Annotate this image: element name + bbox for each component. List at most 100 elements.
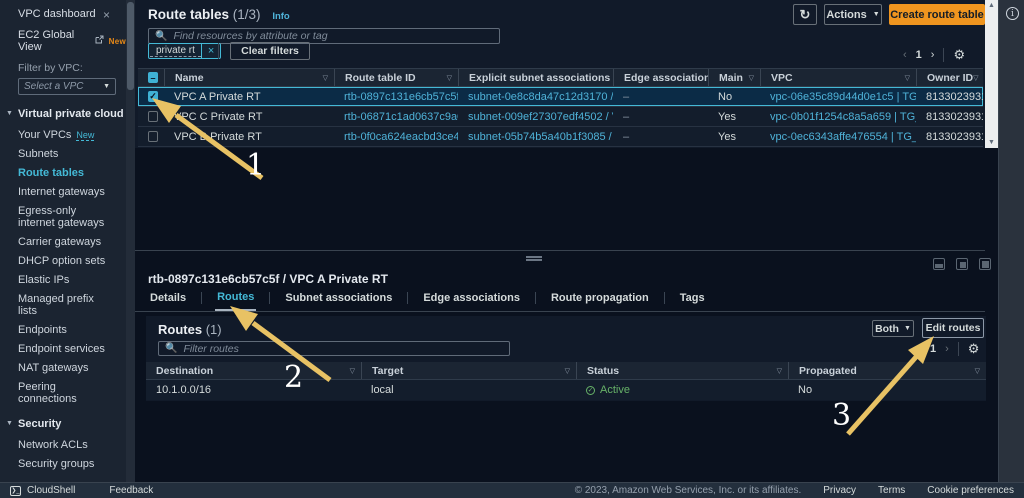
sidebar-item-peering[interactable]: Peering connections (18, 381, 114, 405)
route-table-id-link[interactable]: rtb-0f0ca624eacbd3ce4 (334, 127, 458, 146)
filter-chip[interactable]: private rt × (148, 43, 221, 59)
sort-icon[interactable]: ▽ (565, 367, 570, 375)
chevron-down-icon: ▼ (873, 11, 880, 18)
create-route-table-button[interactable]: Create route table (889, 4, 985, 25)
vpc-link[interactable]: vpc-06e35c89d44d0e1c5 | TG_VPC A (760, 87, 916, 106)
refresh-button[interactable]: ↻ (793, 4, 817, 25)
subnet-link[interactable]: subnet-009ef27307edf4502 / VPC-C... (458, 107, 613, 126)
sidebar-item-carrier-gateways[interactable]: Carrier gateways (18, 236, 114, 248)
table-scrollbar[interactable]: ▲ ▼ (985, 0, 998, 148)
sidebar-item-ec2-global-view[interactable]: EC2 Global View New (18, 29, 126, 53)
tab-route-propagation[interactable]: Route propagation (549, 292, 651, 310)
actions-button[interactable]: Actions ▼ (824, 4, 882, 25)
tab-routes[interactable]: Routes (215, 291, 256, 311)
tab-details[interactable]: Details (148, 292, 188, 310)
divider (535, 292, 536, 304)
table-row[interactable]: 10.1.0.0/16 local ✓Active No (146, 380, 986, 400)
panel-drag-handle[interactable] (526, 256, 542, 261)
vpc-link[interactable]: vpc-0b01f1254c8a5a659 | TG_VPC C (760, 107, 916, 126)
edit-routes-button[interactable]: Edit routes (922, 318, 984, 338)
sidebar-item-dhcp[interactable]: DHCP option sets (18, 255, 114, 267)
route-table-id-link[interactable]: rtb-06871c1ad0637c9a0 (334, 107, 458, 126)
sidebar-item-elastic-ips[interactable]: Elastic IPs (18, 274, 114, 286)
vpc-select[interactable]: Select a VPC ▼ (18, 78, 116, 95)
close-icon[interactable]: × (103, 8, 110, 22)
layout-side-icon[interactable] (956, 258, 968, 270)
refresh-icon: ↻ (800, 7, 811, 23)
annotation-step-1: 1 (246, 148, 265, 183)
sidebar-item-network-acls[interactable]: Network ACLs (18, 439, 114, 451)
vpc-dashboard-label: VPC dashboard (18, 8, 96, 20)
sort-icon[interactable]: ▽ (975, 367, 980, 375)
sidebar-scrollbar-thumb[interactable] (127, 2, 134, 90)
resource-search[interactable]: 🔍 (148, 28, 500, 44)
page-number[interactable]: 1 (930, 343, 936, 355)
row-checkbox[interactable]: ✓ (148, 91, 158, 102)
sort-icon[interactable]: ▽ (350, 367, 355, 375)
tab-edge-associations[interactable]: Edge associations (421, 292, 522, 310)
chevron-down-icon: ▼ (904, 325, 911, 332)
table-row[interactable]: VPC B Private RT rtb-0f0ca624eacbd3ce4 s… (138, 127, 983, 147)
scroll-up-icon[interactable]: ▲ (988, 2, 995, 9)
scroll-down-icon[interactable]: ▼ (988, 139, 995, 146)
routes-count: (1) (206, 322, 222, 337)
next-page-icon[interactable]: › (945, 343, 949, 355)
next-page-icon[interactable]: › (931, 49, 935, 61)
sidebar-item-security-groups[interactable]: Security groups (18, 458, 114, 470)
sidebar-item-endpoints[interactable]: Endpoints (18, 324, 114, 336)
prev-page-icon[interactable]: ‹ (903, 49, 907, 61)
settings-gear-icon[interactable]: ⚙ (968, 341, 980, 357)
cloudshell-link[interactable]: CloudShell (27, 485, 75, 496)
row-checkbox[interactable] (148, 111, 158, 122)
sidebar-item-route-tables[interactable]: Route tables (18, 167, 114, 179)
privacy-link[interactable]: Privacy (823, 485, 856, 496)
tab-tags[interactable]: Tags (678, 292, 707, 310)
route-type-dropdown[interactable]: Both ▼ (872, 320, 914, 337)
routes-filter[interactable]: 🔍 (158, 341, 510, 356)
panel-layout-controls (933, 258, 991, 270)
sort-icon[interactable]: ▽ (447, 74, 452, 82)
vpc-link[interactable]: vpc-0ec6343affe476554 | TG_VPC B (760, 127, 916, 146)
clear-filters-button[interactable]: Clear filters (230, 42, 310, 60)
sort-icon[interactable]: ▽ (777, 367, 782, 375)
sidebar-item-endpoint-services[interactable]: Endpoint services (18, 343, 114, 355)
route-table-id-link[interactable]: rtb-0897c131e6cb57c5f (334, 87, 458, 106)
info-link[interactable]: Info (272, 11, 289, 22)
divider (664, 292, 665, 304)
table-row[interactable]: VPC C Private RT rtb-06871c1ad0637c9a0 s… (138, 107, 983, 127)
sidebar-section-security[interactable]: ▼Security (18, 418, 126, 430)
sort-icon[interactable]: ▽ (905, 74, 910, 82)
layout-bottom-icon[interactable] (933, 258, 945, 270)
feedback-link[interactable]: Feedback (109, 485, 153, 496)
select-all-checkbox[interactable]: – (148, 72, 158, 83)
sidebar-item-internet-gateways[interactable]: Internet gateways (18, 186, 114, 198)
sidebar-item-prefix-lists[interactable]: Managed prefix lists (18, 293, 114, 317)
table-row[interactable]: ✓ VPC A Private RT rtb-0897c131e6cb57c5f… (138, 87, 983, 107)
divider (135, 311, 985, 312)
sidebar-item-egress-only[interactable]: Egress-only internet gateways (18, 205, 114, 229)
row-checkbox[interactable] (148, 131, 158, 142)
subnet-link[interactable]: subnet-0e8c8da47c12d3170 / VPC-... (458, 87, 613, 106)
info-panel-icon[interactable]: i (1006, 7, 1019, 20)
sort-icon[interactable]: ▽ (749, 74, 754, 82)
status-badge: ✓Active (586, 384, 630, 396)
terms-link[interactable]: Terms (878, 485, 905, 496)
tab-subnet-associations[interactable]: Subnet associations (283, 292, 394, 310)
sort-icon[interactable]: ▽ (973, 74, 978, 82)
section-collapse-icon: ▼ (6, 420, 13, 427)
new-badge: New (76, 130, 94, 141)
settings-gear-icon[interactable]: ⚙ (953, 47, 965, 63)
layout-full-icon[interactable] (979, 258, 991, 270)
subnet-link[interactable]: subnet-05b74b5a40b1f3085 / VPC-... (458, 127, 613, 146)
sort-icon[interactable]: ▽ (323, 74, 328, 82)
page-number[interactable]: 1 (916, 49, 922, 61)
search-input[interactable] (173, 30, 493, 42)
sidebar-item-subnets[interactable]: Subnets (18, 148, 114, 160)
routes-filter-input[interactable] (183, 343, 503, 355)
sidebar-item-nat-gateways[interactable]: NAT gateways (18, 362, 114, 374)
new-badge: New (109, 37, 126, 46)
route-tables-table: – Name▽ Route table ID▽ Explicit subnet … (138, 68, 983, 147)
sidebar-section-vpc[interactable]: ▼Virtual private cloud (18, 108, 126, 120)
sidebar-item-your-vpcs[interactable]: Your VPCsNew (18, 129, 114, 141)
cookie-preferences-link[interactable]: Cookie preferences (927, 485, 1014, 496)
